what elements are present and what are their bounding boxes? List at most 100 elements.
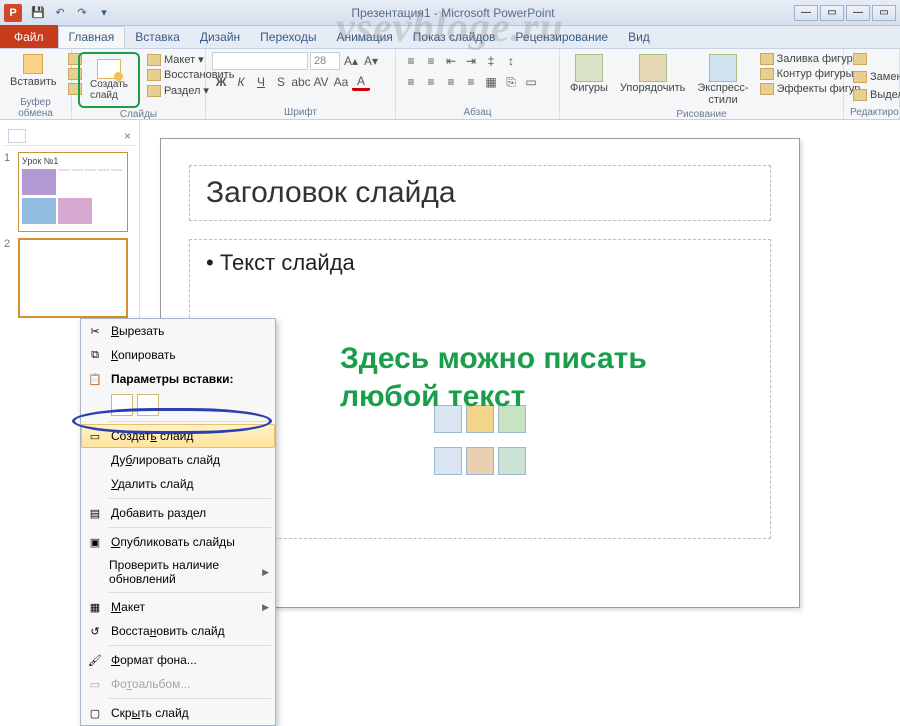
quick-access-toolbar: 💾 ↶ ↷ ▾ bbox=[30, 5, 112, 21]
cm-hide-slide[interactable]: ▢Скрыть слайд bbox=[81, 701, 275, 725]
italic-button[interactable]: К bbox=[232, 73, 250, 91]
editing-group: Замен Выдел Редактиро bbox=[844, 49, 900, 119]
title-placeholder[interactable]: Заголовок слайда bbox=[189, 165, 771, 221]
reset-icon: ↺ bbox=[87, 623, 103, 639]
paste-button[interactable]: Вставить bbox=[6, 52, 61, 90]
view-tab[interactable]: Вид bbox=[618, 27, 660, 48]
font-family-select[interactable] bbox=[212, 52, 308, 70]
align-left-button[interactable]: ≡ bbox=[402, 73, 420, 91]
select-button[interactable]: Выдел bbox=[850, 88, 900, 102]
underline-button[interactable]: Ч bbox=[252, 73, 270, 91]
new-slide-icon bbox=[97, 59, 121, 79]
bold-button[interactable]: Ж bbox=[212, 73, 230, 91]
insert-tab[interactable]: Вставка bbox=[125, 27, 190, 48]
shapes-icon bbox=[575, 54, 603, 82]
cm-reset-slide[interactable]: ↺Восстановить слайд bbox=[81, 619, 275, 643]
cm-new-slide[interactable]: ▭Создать слайд bbox=[81, 424, 275, 448]
cm-publish-slides[interactable]: ▣Опубликовать слайды bbox=[81, 530, 275, 554]
editing-group-label: Редактиро bbox=[850, 106, 893, 118]
drawing-group-label: Рисование bbox=[566, 108, 837, 120]
separator bbox=[109, 498, 271, 499]
paragraph-group-label: Абзац bbox=[402, 106, 553, 118]
file-tab[interactable]: Файл bbox=[0, 25, 58, 48]
qat-customize-icon[interactable]: ▾ bbox=[96, 5, 112, 21]
animation-tab[interactable]: Анимация bbox=[326, 27, 402, 48]
outline-tab-icon[interactable] bbox=[8, 129, 26, 143]
find-button[interactable] bbox=[850, 52, 870, 66]
align-center-button[interactable]: ≡ bbox=[422, 73, 440, 91]
thumbnail-slide-2[interactable]: 2 bbox=[4, 238, 135, 318]
redo-icon[interactable]: ↷ bbox=[74, 5, 90, 21]
cm-delete-slide[interactable]: Удалить слайд bbox=[81, 472, 275, 496]
font-color-button[interactable]: A bbox=[352, 73, 370, 91]
fill-icon bbox=[760, 53, 774, 65]
insert-picture-icon[interactable] bbox=[434, 447, 462, 475]
align-text-button[interactable]: ⎘ bbox=[502, 73, 520, 91]
smartart-button[interactable]: ▭ bbox=[522, 73, 540, 91]
ribbon: Вставить Буфер обмена Создать слайд Маке… bbox=[0, 49, 900, 120]
format-bg-icon: 🖌 bbox=[87, 652, 103, 668]
cm-layout[interactable]: ▦Макет▶ bbox=[81, 595, 275, 619]
window-controls: — ▭ — ▭ bbox=[794, 5, 896, 21]
cm-paste-options-icons bbox=[81, 391, 275, 419]
separator bbox=[109, 527, 271, 528]
undo-icon[interactable]: ↶ bbox=[52, 5, 68, 21]
cm-copy[interactable]: ⧉Копировать bbox=[81, 343, 275, 367]
design-tab[interactable]: Дизайн bbox=[190, 27, 250, 48]
new-slide-button[interactable]: Создать слайд bbox=[84, 56, 134, 104]
paragraph-group: ≡ ≡ ⇤ ⇥ ‡ ↕ ≡ ≡ ≡ ≡ ▦ ⎘ ▭ Абзац bbox=[396, 49, 560, 119]
justify-button[interactable]: ≡ bbox=[462, 73, 480, 91]
paste-option-1-icon[interactable] bbox=[111, 394, 133, 416]
shapes-button[interactable]: Фигуры bbox=[566, 52, 612, 96]
layout-icon: ▦ bbox=[87, 599, 103, 615]
align-right-button[interactable]: ≡ bbox=[442, 73, 460, 91]
cm-format-background[interactable]: 🖌Формат фона... bbox=[81, 648, 275, 672]
shadow-button[interactable]: abc bbox=[292, 73, 310, 91]
maximize-button[interactable]: ▭ bbox=[820, 5, 844, 21]
paste-option-2-icon[interactable] bbox=[137, 394, 159, 416]
section-icon: ▤ bbox=[87, 505, 103, 521]
insert-media-icon[interactable] bbox=[498, 447, 526, 475]
line-spacing-button[interactable]: ‡ bbox=[482, 52, 500, 70]
cm-check-updates[interactable]: Проверить наличие обновлений▶ bbox=[81, 554, 275, 590]
new-slide-icon: ▭ bbox=[87, 428, 103, 444]
change-case-button[interactable]: Aa bbox=[332, 73, 350, 91]
insert-clipart-icon[interactable] bbox=[466, 447, 494, 475]
strike-button[interactable]: S bbox=[272, 73, 290, 91]
thumbnail-slide-1[interactable]: 1 Урок №1 ~~~~ ~~~~ ~~~~ ~~~~ ~~~~ bbox=[4, 152, 135, 232]
restore-inner-button[interactable]: ▭ bbox=[872, 5, 896, 21]
arrange-icon bbox=[639, 54, 667, 82]
numbering-button[interactable]: ≡ bbox=[422, 52, 440, 70]
columns-button[interactable]: ▦ bbox=[482, 73, 500, 91]
transitions-tab[interactable]: Переходы bbox=[250, 27, 326, 48]
indent-dec-button[interactable]: ⇤ bbox=[442, 52, 460, 70]
font-size-select[interactable] bbox=[310, 52, 340, 70]
indent-inc-button[interactable]: ⇥ bbox=[462, 52, 480, 70]
replace-button[interactable]: Замен bbox=[850, 70, 900, 84]
cm-duplicate-slide[interactable]: Дублировать слайд bbox=[81, 448, 275, 472]
quick-styles-button[interactable]: Экспресс-стили bbox=[693, 52, 752, 108]
save-icon[interactable]: 💾 bbox=[30, 5, 46, 21]
ribbon-tabs: Файл Главная Вставка Дизайн Переходы Ани… bbox=[0, 26, 900, 49]
minimize-button[interactable]: — bbox=[794, 5, 818, 21]
arrange-button[interactable]: Упорядочить bbox=[616, 52, 689, 96]
text-direction-button[interactable]: ↕ bbox=[502, 52, 520, 70]
clipboard-group: Вставить Буфер обмена bbox=[0, 49, 72, 119]
bullets-button[interactable]: ≡ bbox=[402, 52, 420, 70]
slide-title-text: Заголовок слайда bbox=[206, 176, 754, 210]
char-spacing-button[interactable]: AV bbox=[312, 73, 330, 91]
close-pane-icon[interactable]: × bbox=[124, 129, 131, 143]
grow-font-button[interactable]: A▴ bbox=[342, 52, 360, 70]
replace-icon bbox=[853, 71, 867, 83]
cm-add-section[interactable]: ▤Добавить раздел bbox=[81, 501, 275, 525]
shrink-font-button[interactable]: A▾ bbox=[362, 52, 380, 70]
slideshow-tab[interactable]: Показ слайдов bbox=[403, 27, 506, 48]
minimize-inner-button[interactable]: — bbox=[846, 5, 870, 21]
paste-icon: 📋 bbox=[87, 371, 103, 387]
select-icon bbox=[853, 89, 867, 101]
cm-cut[interactable]: ✂Вырезать bbox=[81, 319, 275, 343]
thumb-1-number: 1 bbox=[4, 152, 14, 232]
home-tab[interactable]: Главная bbox=[58, 26, 126, 48]
review-tab[interactable]: Рецензирование bbox=[505, 27, 618, 48]
title-bar: P 💾 ↶ ↷ ▾ Презентация1 - Microsoft Power… bbox=[0, 0, 900, 26]
